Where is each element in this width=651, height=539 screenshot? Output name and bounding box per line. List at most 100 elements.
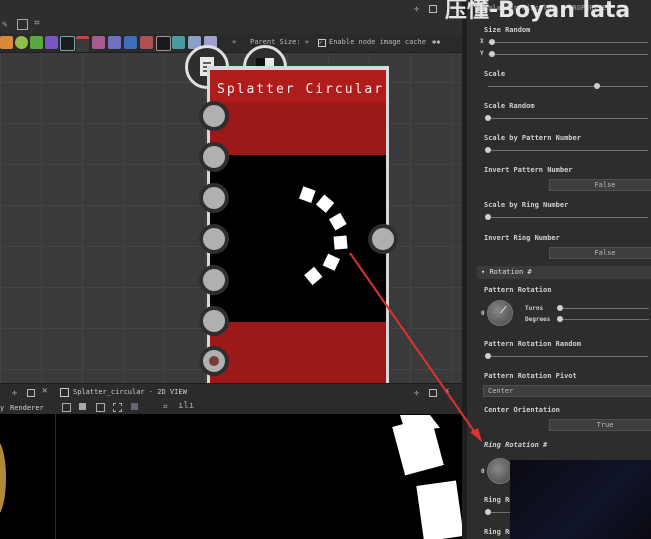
tool-icon-3[interactable] bbox=[30, 36, 43, 49]
crop-icon[interactable]: ⌗ bbox=[34, 18, 40, 29]
renderer-tab[interactable]: Renderer bbox=[10, 404, 44, 412]
ring-ro-knob-1[interactable] bbox=[485, 509, 491, 515]
frame-icon[interactable] bbox=[113, 403, 122, 412]
size-random-y-slider[interactable] bbox=[488, 54, 648, 55]
video-overlay bbox=[510, 460, 651, 539]
save-icon[interactable] bbox=[79, 403, 86, 410]
copy-icon[interactable] bbox=[96, 403, 105, 412]
input-port-6[interactable] bbox=[199, 306, 229, 336]
tool-icon-11[interactable] bbox=[156, 36, 171, 51]
size-random-x-label: X bbox=[480, 38, 484, 45]
cache-checkbox[interactable]: ✓ bbox=[318, 39, 326, 47]
restore-icon[interactable] bbox=[429, 5, 437, 13]
scale-random-knob[interactable] bbox=[485, 115, 491, 121]
node-toolbar: » Parent Size: » ✓ Enable node image cac… bbox=[0, 34, 462, 53]
size-random-y-knob[interactable] bbox=[489, 51, 495, 57]
toolbar-more[interactable]: » bbox=[232, 38, 236, 46]
wrench-icon[interactable]: ✎ bbox=[2, 20, 7, 30]
size-random-x-knob[interactable] bbox=[489, 39, 495, 45]
tool-icon-2[interactable] bbox=[15, 36, 28, 49]
fit-icon[interactable] bbox=[62, 403, 71, 412]
invert-ring-dropdown[interactable]: False bbox=[549, 247, 651, 259]
tool-icon-4[interactable] bbox=[45, 36, 58, 49]
input-port-1[interactable] bbox=[199, 101, 229, 131]
scale-knob[interactable] bbox=[594, 83, 600, 89]
scale-random-label: Scale Random bbox=[484, 102, 535, 110]
degrees-slider[interactable] bbox=[559, 319, 649, 320]
invert-pattern-label: Invert Pattern Number bbox=[484, 166, 573, 174]
rotation-section-header[interactable]: ▾ Rotation # bbox=[477, 266, 651, 279]
watermark: 压懂-Boyan lata bbox=[445, 0, 631, 23]
turns-slider[interactable] bbox=[559, 308, 649, 309]
ring-rotation-label: Ring Rotation # bbox=[484, 441, 548, 449]
tool-icon-5[interactable] bbox=[60, 36, 75, 51]
ring-rotation-zero: 0 bbox=[481, 468, 485, 475]
pin-icon[interactable]: ✢ bbox=[414, 4, 419, 13]
pattern-rotation-pivot-dropdown[interactable]: Center bbox=[483, 385, 651, 397]
frame-icon[interactable] bbox=[17, 19, 28, 30]
channels-icon[interactable] bbox=[131, 403, 138, 410]
pattern-rotation-pivot-label: Pattern Rotation Pivot bbox=[484, 372, 577, 380]
left-panel-prefix: y bbox=[0, 404, 5, 412]
cache-label: Enable node image cache bbox=[329, 38, 426, 46]
input-port-7[interactable] bbox=[199, 346, 229, 376]
input-port-4[interactable] bbox=[199, 224, 229, 254]
turns-knob[interactable] bbox=[557, 305, 563, 311]
pattern-rotation-dial[interactable] bbox=[487, 300, 513, 326]
scale-by-pattern-knob[interactable] bbox=[485, 147, 491, 153]
node-body-bottom bbox=[210, 322, 386, 386]
grid-icon[interactable]: ⌗ bbox=[163, 402, 168, 412]
splatter-circular-node[interactable]: Splatter Circular bbox=[207, 66, 389, 386]
size-random-y-label: Y bbox=[480, 50, 484, 57]
close-icon-2[interactable]: ✕ bbox=[444, 386, 449, 396]
pin-icon[interactable]: ✢ bbox=[12, 388, 17, 397]
scale-label: Scale bbox=[484, 70, 506, 78]
scale-by-ring-knob[interactable] bbox=[485, 214, 491, 220]
left-planet-shape bbox=[0, 443, 6, 513]
histogram-icon[interactable]: ılı bbox=[178, 401, 194, 411]
scale-random-slider[interactable] bbox=[488, 118, 648, 119]
input-port-2[interactable] bbox=[199, 142, 229, 172]
turns-label: Turns bbox=[525, 305, 544, 312]
node-title: Splatter Circular bbox=[217, 82, 385, 97]
input-port-3[interactable] bbox=[199, 183, 229, 213]
tool-icon-7[interactable] bbox=[92, 36, 105, 49]
tool-icon-8[interactable] bbox=[108, 36, 121, 49]
2d-view-header: ✢ ✕ y Renderer Splatter_circular - 2D VI… bbox=[0, 383, 462, 414]
preview-splat-3 bbox=[328, 212, 347, 231]
tool-icon-9[interactable] bbox=[124, 36, 137, 49]
tool-icon-12[interactable] bbox=[172, 36, 185, 49]
view-icon bbox=[60, 388, 69, 397]
restore-icon[interactable] bbox=[27, 389, 35, 397]
preview-splat-5 bbox=[322, 253, 340, 271]
bottom-panel-divider bbox=[55, 413, 56, 539]
expand-icon: ▾ bbox=[481, 268, 486, 276]
properties-panel: Splatter Circular - PROPERTIES Size Rand… bbox=[462, 0, 651, 539]
view-splat-2 bbox=[416, 480, 462, 539]
center-orientation-dropdown[interactable]: True bbox=[549, 419, 651, 431]
close-icon[interactable]: ✕ bbox=[42, 386, 47, 396]
degrees-knob[interactable] bbox=[557, 316, 563, 322]
pattern-rotation-random-slider[interactable] bbox=[488, 356, 648, 357]
scale-slider[interactable] bbox=[488, 86, 648, 87]
tool-icon-1[interactable] bbox=[0, 36, 13, 49]
scale-by-ring-slider[interactable] bbox=[488, 217, 648, 218]
center-orientation-label: Center Orientation bbox=[484, 406, 560, 414]
pin-icon-2[interactable]: ✢ bbox=[414, 388, 419, 397]
2d-view-title: Splatter_circular - 2D VIEW bbox=[73, 388, 187, 396]
degrees-label: Degrees bbox=[525, 316, 551, 323]
scale-by-pattern-slider[interactable] bbox=[488, 150, 648, 151]
toolbar-options-icon[interactable]: ✱✱ bbox=[432, 38, 440, 46]
tool-icon-6[interactable] bbox=[76, 36, 89, 52]
tool-icon-10[interactable] bbox=[140, 36, 153, 49]
pattern-rotation-random-label: Pattern Rotation Random bbox=[484, 340, 581, 348]
scale-by-ring-label: Scale by Ring Number bbox=[484, 201, 569, 209]
invert-pattern-dropdown[interactable]: False bbox=[549, 179, 651, 191]
size-random-x-slider[interactable] bbox=[488, 42, 648, 43]
scale-by-pattern-label: Scale by Pattern Number bbox=[484, 134, 581, 142]
pattern-rotation-random-knob[interactable] bbox=[485, 353, 491, 359]
input-port-5[interactable] bbox=[199, 265, 229, 295]
node-body-top bbox=[210, 102, 386, 156]
output-port[interactable] bbox=[368, 224, 398, 254]
restore-icon-2[interactable] bbox=[429, 389, 437, 397]
